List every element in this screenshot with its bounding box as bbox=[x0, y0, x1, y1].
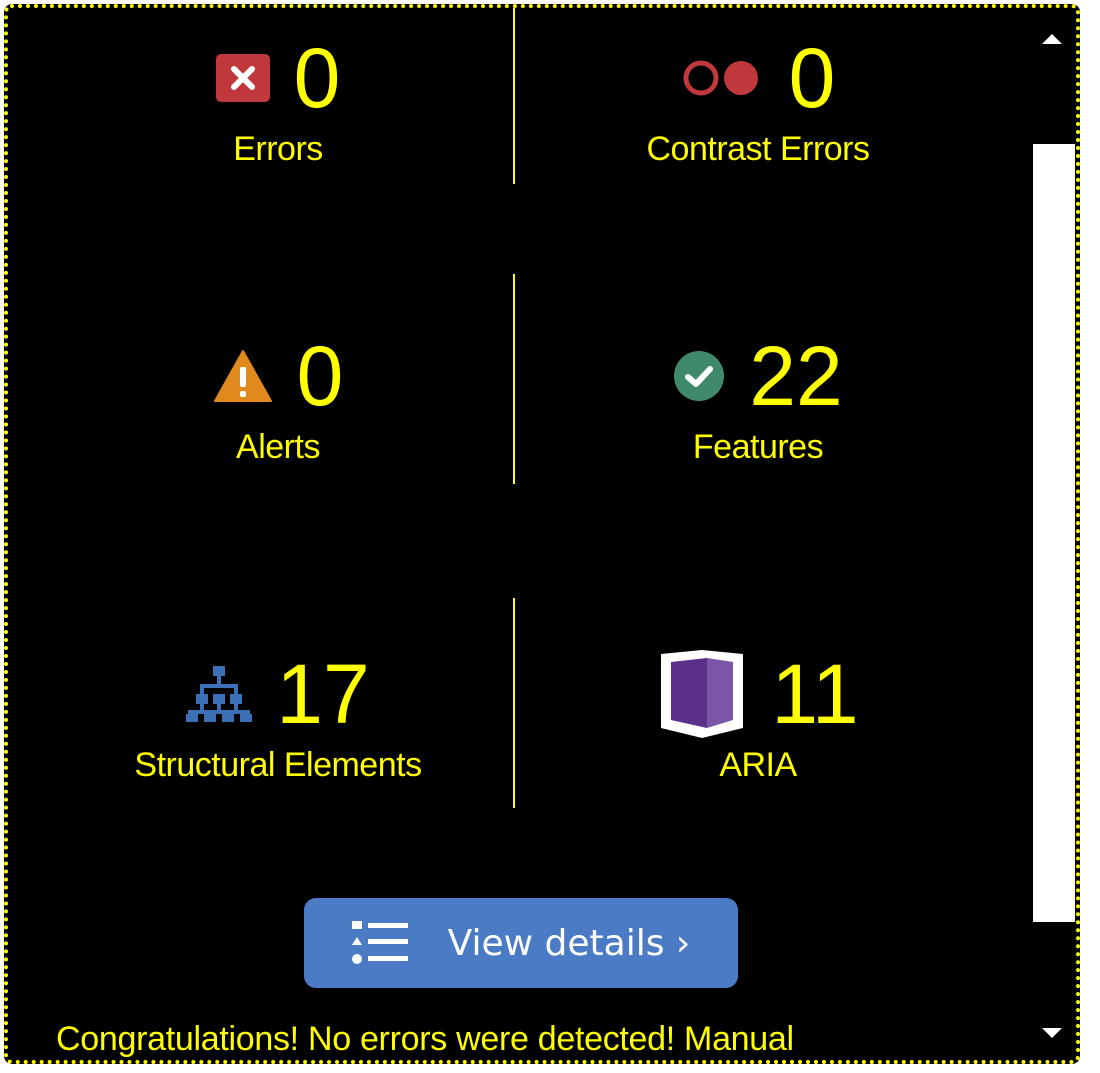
scroll-down-icon[interactable] bbox=[1042, 1028, 1062, 1038]
alerts-count: 0 bbox=[296, 329, 344, 423]
errors-summary[interactable]: 0 Errors bbox=[28, 28, 528, 169]
contrast-errors-count: 0 bbox=[788, 31, 836, 125]
contrast-errors-label: Contrast Errors bbox=[646, 130, 871, 168]
hierarchy-icon bbox=[186, 664, 253, 724]
vertical-scrollbar[interactable] bbox=[1030, 8, 1076, 1060]
aria-shield-icon bbox=[657, 648, 747, 740]
alerts-summary[interactable]: 0 Alerts bbox=[28, 326, 528, 467]
structural-elements-label: Structural Elements bbox=[134, 746, 422, 784]
aria-summary[interactable]: 11 ARIA bbox=[508, 644, 1008, 785]
scroll-up-icon[interactable] bbox=[1042, 34, 1062, 44]
summary-scroll-area: 0 Errors 0 Contrast Errors 0 Alerts 22 F… bbox=[8, 8, 1028, 1060]
alerts-label: Alerts bbox=[236, 428, 320, 466]
list-icon bbox=[351, 919, 408, 967]
aria-count: 11 bbox=[771, 647, 859, 741]
errors-label: Errors bbox=[233, 130, 323, 168]
contrast-errors-summary[interactable]: 0 Contrast Errors bbox=[508, 28, 1008, 169]
contrast-icon bbox=[681, 58, 765, 98]
features-label: Features bbox=[692, 428, 824, 466]
aria-label: ARIA bbox=[719, 746, 797, 784]
structural-elements-count: 17 bbox=[276, 647, 370, 741]
status-message: Congratulations! No errors were detected… bbox=[56, 1020, 794, 1058]
view-details-label: View details › bbox=[447, 922, 691, 964]
alert-triangle-icon bbox=[213, 349, 273, 403]
wave-summary-panel: 0 Errors 0 Contrast Errors 0 Alerts 22 F… bbox=[4, 4, 1080, 1064]
features-count: 22 bbox=[749, 329, 843, 423]
features-summary[interactable]: 22 Features bbox=[508, 326, 1008, 467]
view-details-button[interactable]: View details › bbox=[304, 898, 738, 988]
structural-elements-summary[interactable]: 17 Structural Elements bbox=[28, 644, 528, 785]
error-x-icon bbox=[215, 54, 270, 102]
errors-count: 0 bbox=[293, 31, 341, 125]
checkmark-circle-icon bbox=[673, 350, 725, 402]
scrollbar-thumb[interactable] bbox=[1033, 144, 1075, 922]
